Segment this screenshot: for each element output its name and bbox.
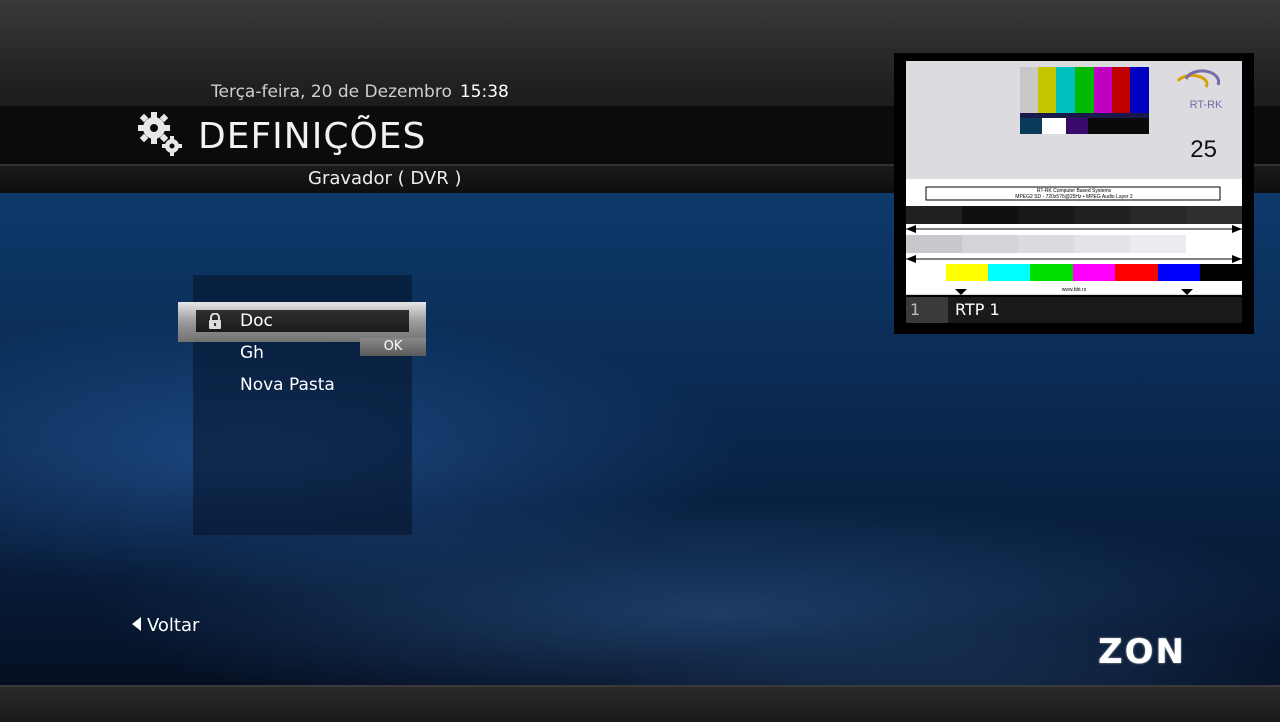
date-time: Terça-feira, 20 de Dezembro 15:38 [211, 82, 509, 102]
tv-preview: 25 RT-RK RT-RK Computer Based Systems MP… [894, 53, 1254, 334]
ok-button[interactable]: OK [360, 338, 426, 356]
channel-number: 1 [906, 297, 948, 323]
test-card-logo: RT-RK [1190, 99, 1223, 111]
back-label: Voltar [147, 615, 200, 636]
list-item-gh[interactable]: Gh [240, 343, 264, 363]
selected-row[interactable] [196, 310, 409, 332]
gear-icon [138, 112, 182, 156]
back-arrow-icon [132, 617, 141, 631]
bottom-bar [0, 685, 1280, 722]
zon-logo: ZON [1098, 632, 1187, 672]
time-text: 15:38 [459, 82, 509, 102]
back-button[interactable]: Voltar [132, 615, 199, 636]
page-title: DEFINIÇÕES [198, 116, 427, 157]
test-card-caption-2: MPEG2 SD - 720x576@25Hz • MPEG Audio Lay… [1015, 194, 1133, 200]
lock-icon [209, 313, 221, 329]
test-card: 25 RT-RK RT-RK Computer Based Systems MP… [906, 61, 1242, 295]
list-item-nova-pasta[interactable]: Nova Pasta [240, 375, 335, 395]
test-card-footer: www.bbt.rs [1062, 287, 1087, 293]
test-card-graphic: 25 RT-RK RT-RK Computer Based Systems MP… [906, 61, 1242, 295]
test-card-counter: 25 [1190, 136, 1217, 163]
channel-info-bar: 1 RTP 1 [906, 297, 1242, 323]
list-item-doc[interactable]: Doc [240, 311, 273, 331]
date-text: Terça-feira, 20 de Dezembro [211, 82, 452, 102]
page-subtitle: Gravador ( DVR ) [308, 168, 462, 189]
channel-name: RTP 1 [955, 300, 1000, 319]
